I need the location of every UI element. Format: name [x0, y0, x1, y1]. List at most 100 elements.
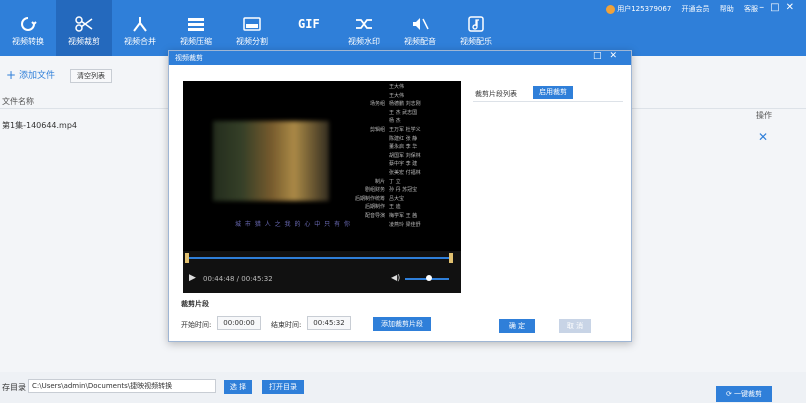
clip-end-handle[interactable] — [449, 253, 453, 263]
credit-names: 王大伟 — [389, 92, 405, 99]
player-controls: ▶ 00:44:48 / 00:45:32 ◀) — [183, 251, 461, 293]
tool-video-convert[interactable]: 视频转换 — [0, 0, 56, 56]
credit-line: 剪辑组 王万军 杜学义 — [353, 126, 461, 135]
credit-names: 王大伟 — [389, 84, 405, 90]
merge-icon — [133, 17, 147, 32]
credit-line: 蔡中宇 李 建 — [353, 160, 461, 169]
dialog-controls: □✕ — [593, 51, 625, 61]
add-file-button[interactable]: + 添加文件 — [6, 68, 62, 83]
start-time-field[interactable]: 00:00:00 — [217, 316, 261, 330]
credit-names: 孙 丹 苏冠宝 — [389, 187, 418, 194]
credit-line: 制片丁 立 — [353, 178, 461, 187]
tool-video-merge[interactable]: 视频合并 — [112, 0, 168, 56]
browse-button[interactable]: 选 择 — [224, 380, 252, 394]
volume-knob[interactable] — [426, 275, 433, 281]
tool-video-watermark[interactable]: 视频水印 — [336, 0, 392, 56]
restore-icon[interactable]: □ — [770, 2, 785, 13]
output-path-field[interactable]: C:\Users\admin\Documents\捷映视频转换 — [28, 379, 216, 393]
refresh-icon: ⟳ — [725, 390, 732, 398]
tool-video-split[interactable]: 视频分割 — [224, 0, 280, 56]
remove-file-icon[interactable]: ✕ — [758, 130, 768, 144]
dialog-close-icon[interactable]: ✕ — [609, 51, 625, 61]
scissors-icon — [75, 16, 93, 32]
credit-line: 王大伟 — [353, 83, 461, 92]
credit-line: 王大伟 — [353, 92, 461, 101]
tool-gif[interactable]: GIF — [280, 0, 336, 56]
cancel-button[interactable]: 取 消 — [559, 319, 591, 333]
window-controls: –□✕ — [759, 2, 800, 13]
credit-line: 杨 杰 — [353, 117, 461, 126]
credit-line: 张美宏 付福林 — [353, 169, 461, 178]
end-time-field[interactable]: 00:45:32 — [307, 316, 351, 330]
credit-names: 丁 立 — [389, 178, 401, 185]
end-credits: 王大伟 王大伟 场务组 杨德鹏 刘志刚王 杰 武志国杨 杰剪辑组 王万军 杜学义 陈建红 … — [353, 83, 461, 229]
credit-line: 凌燕玲 梁佳舒 — [353, 221, 461, 230]
credit-line: 胡国军 刘保林 — [353, 152, 461, 161]
credit-names: 蔡中宇 李 建 — [389, 161, 418, 168]
clear-list-button[interactable]: 清空列表 — [70, 69, 112, 83]
end-time-label: 结束时间: — [271, 321, 302, 329]
tool-video-dub[interactable]: 视频配音 — [392, 0, 448, 56]
credit-names: 张美宏 付福林 — [389, 169, 421, 176]
credit-role: 场务组 — [369, 101, 385, 108]
link-vip[interactable]: 开通会员 — [682, 5, 710, 13]
credit-names: 王 杰 武志国 — [389, 109, 418, 116]
video-player[interactable]: 城 市 猎 人 之 我 的 心 中 只 有 你 王大伟 王大伟 场务组 杨德鹏 刘志刚… — [183, 81, 461, 293]
ok-button[interactable]: 确 定 — [499, 319, 535, 333]
divider — [473, 101, 623, 102]
tool-label: 视频配乐 — [460, 37, 492, 46]
segment-list-label: 裁剪片段列表 — [475, 90, 517, 98]
minimize-icon[interactable]: – — [759, 2, 770, 13]
gif-icon: GIF — [298, 17, 320, 31]
close-icon[interactable]: ✕ — [786, 2, 800, 13]
username[interactable]: 用户125379067 — [617, 5, 671, 13]
start-time-label: 开始时间: — [181, 321, 212, 329]
clip-start-handle[interactable] — [185, 253, 189, 263]
link-help[interactable]: 帮助 — [720, 5, 734, 13]
credit-line: 董永启 李 华 — [353, 143, 461, 152]
credit-names: 胡国军 刘保林 — [389, 152, 421, 159]
maximize-icon[interactable]: □ — [593, 51, 610, 61]
credit-role: 后期制作 — [364, 204, 385, 211]
plus-icon: + — [6, 68, 17, 82]
credit-names: 陈建红 张 静 — [389, 135, 418, 142]
tool-video-music[interactable]: 视频配乐 — [448, 0, 504, 56]
credit-line: 后期制作王 迪 — [353, 203, 461, 212]
credit-names: 凌燕玲 梁佳舒 — [389, 221, 421, 228]
tool-label: 视频转换 — [12, 37, 44, 46]
volume-icon[interactable]: ◀) — [391, 273, 400, 282]
compress-icon — [188, 18, 204, 31]
add-segment-button[interactable]: 添加裁剪片段 — [373, 317, 431, 331]
credit-names: 董永启 李 华 — [389, 144, 418, 151]
add-file-label: 添加文件 — [18, 71, 55, 81]
credit-line: 配音导演 梅学军 王 茜 — [353, 212, 461, 221]
convert-icon — [21, 17, 37, 31]
tool-video-compress[interactable]: 视频压缩 — [168, 0, 224, 56]
shuffle-icon — [356, 19, 372, 29]
seek-bar[interactable] — [189, 257, 451, 259]
credit-names: 杨 杰 — [389, 118, 401, 125]
one-click-crop-button[interactable]: ⟳ 一键裁剪 — [716, 386, 772, 402]
clip-section-title: 裁剪片段 — [181, 300, 209, 308]
crop-dialog: 视频裁剪 □✕ 城 市 猎 人 之 我 的 心 中 只 有 你 王大伟 王大伟 场务… — [168, 50, 632, 342]
play-icon[interactable]: ▶ — [189, 273, 196, 283]
credit-names: 杨德鹏 刘志刚 — [389, 101, 421, 108]
video-subtitle: 城 市 猎 人 之 我 的 心 中 只 有 你 — [235, 221, 351, 228]
col-action: 操作 — [756, 111, 772, 120]
tool-label: 视频配音 — [404, 37, 436, 46]
tool-label: 视频合并 — [124, 37, 156, 46]
open-dir-button[interactable]: 打开目录 — [262, 380, 304, 394]
tool-label: 视频压缩 — [180, 37, 212, 46]
credit-names: 梅学军 王 茜 — [389, 212, 418, 219]
output-dir-label: 存目录 — [2, 383, 26, 392]
credit-line: 陈建红 张 静 — [353, 135, 461, 144]
link-service[interactable]: 客服 — [744, 5, 758, 13]
credit-line: 王 杰 武志国 — [353, 109, 461, 118]
tool-video-crop[interactable]: 视频裁剪 — [56, 0, 112, 56]
credit-names: 吕大宝 — [389, 195, 405, 202]
timecode: 00:44:48 / 00:45:32 — [203, 275, 273, 283]
credit-role: 后期制作统筹 — [354, 195, 385, 202]
enable-crop-button[interactable]: 启用裁剪 — [533, 86, 573, 99]
avatar[interactable] — [606, 4, 616, 14]
credit-line: 剧组财务孙 丹 苏冠宝 — [353, 186, 461, 195]
